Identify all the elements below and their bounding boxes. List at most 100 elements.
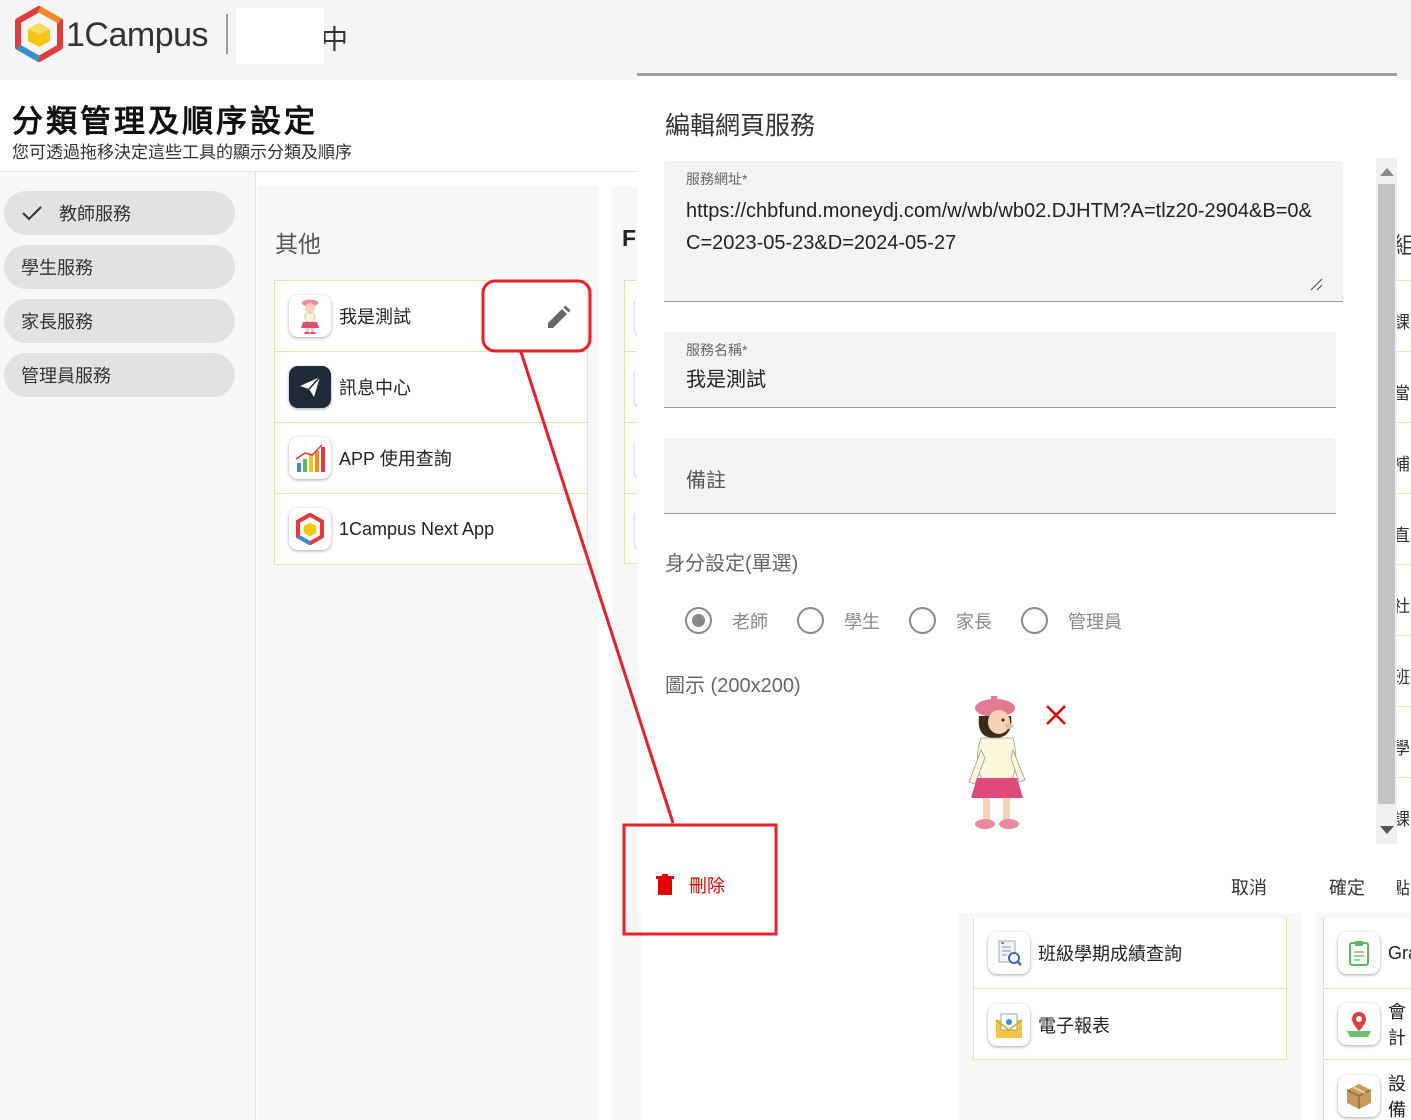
- partial-card-label: 補: [1397, 455, 1410, 474]
- service-card-list: Gra 會計 設備: [1323, 918, 1411, 1120]
- bar-chart-icon: [289, 437, 331, 479]
- sidebar-item-teacher[interactable]: 教師服務: [4, 191, 235, 235]
- divider: [1397, 351, 1411, 352]
- page-title: 分類管理及順序設定: [12, 104, 318, 139]
- partial-card-label: 當: [1397, 384, 1410, 403]
- service-card-label: 電子報表: [1038, 1015, 1110, 1036]
- note-placeholder: 備註: [686, 470, 726, 492]
- service-card-label: 1Campus Next App: [339, 518, 495, 539]
- paper-plane-icon: [289, 366, 331, 408]
- radio-label: 家長: [956, 611, 992, 632]
- page-subtitle: 您可透過拖移決定這些工具的顯示分類及順序: [12, 143, 352, 162]
- service-card-label: 訊息中心: [339, 378, 411, 398]
- radio-label: 學生: [844, 611, 880, 632]
- scroll-up-arrow-icon[interactable]: [1380, 168, 1394, 176]
- service-card[interactable]: Gra: [1324, 918, 1411, 989]
- 1campus-logo-icon: [289, 508, 331, 550]
- edit-pencil-icon[interactable]: [543, 303, 573, 333]
- check-icon: [22, 206, 42, 221]
- service-card[interactable]: 電子報表: [974, 989, 1286, 1060]
- confirm-button[interactable]: 確定: [1329, 874, 1365, 900]
- girl-character-icon: [289, 295, 331, 337]
- note-field[interactable]: 備註: [664, 438, 1336, 514]
- service-card[interactable]: 班級學期成績查詢: [974, 918, 1286, 989]
- service-card[interactable]: 會計: [1324, 989, 1411, 1060]
- delete-button[interactable]: 刪除: [655, 872, 725, 898]
- dialog-scrollbar[interactable]: [1376, 158, 1397, 844]
- category-title-other: 其他: [275, 231, 321, 257]
- divider: [1397, 493, 1411, 494]
- service-card[interactable]: 設備: [1324, 1060, 1411, 1120]
- resize-handle-icon[interactable]: [1309, 277, 1323, 291]
- partial-card-label: 課: [1397, 313, 1410, 332]
- role-radio-student[interactable]: 學生: [797, 607, 880, 634]
- sidebar-item-label: 學生服務: [21, 258, 93, 278]
- divider: [1397, 564, 1411, 565]
- service-card-list: 班級學期成績查詢 電子報表: [973, 918, 1287, 1060]
- partial-card-label: 社: [1397, 597, 1410, 616]
- service-card[interactable]: 我是測試: [275, 281, 587, 352]
- sidebar-item-label: 教師服務: [59, 204, 131, 224]
- partial-card-label: 學: [1397, 739, 1410, 758]
- clipboard-icon: [1338, 932, 1380, 974]
- field-label: 服務名稱*: [686, 342, 748, 358]
- divider: [1397, 777, 1411, 778]
- role-radio-parent[interactable]: 家長: [909, 607, 992, 634]
- edit-web-service-dialog: 編輯網頁服務 服務網址* https://chbfund.moneydj.com…: [637, 73, 1397, 913]
- role-radio-admin[interactable]: 管理員: [1021, 607, 1122, 634]
- service-card-list: 我是測試 訊息中心 APP 使用查詢 1Campus Next App: [274, 280, 588, 565]
- partial-card-label: 點: [1397, 879, 1410, 898]
- service-card-label: 會計: [1388, 1002, 1406, 1048]
- service-url-field[interactable]: 服務網址* https://chbfund.moneydj.com/w/wb/w…: [664, 161, 1343, 302]
- mail-report-icon: [988, 1003, 1030, 1046]
- dialog-title: 編輯網頁服務: [665, 112, 816, 140]
- brand-name: 1Campus: [66, 16, 209, 54]
- field-label: 服務網址*: [686, 171, 748, 187]
- cancel-button[interactable]: 取消: [1231, 874, 1267, 900]
- divider: [1397, 280, 1411, 281]
- role-setting-label: 身分設定(單選): [665, 553, 799, 575]
- box-icon: [1338, 1074, 1380, 1117]
- divider: [1397, 635, 1411, 636]
- remove-icon-x[interactable]: [1045, 704, 1067, 726]
- radio-unselected-icon: [909, 607, 936, 634]
- service-url-value[interactable]: https://chbfund.moneydj.com/w/wb/wb02.DJ…: [686, 195, 1326, 259]
- service-card-label: APP 使用查詢: [339, 449, 452, 469]
- service-card-label: 設備: [1388, 1073, 1406, 1120]
- radio-label: 管理員: [1068, 611, 1122, 632]
- radio-selected-icon: [685, 607, 712, 634]
- service-card-label: 班級學期成績查詢: [1038, 944, 1182, 964]
- service-card[interactable]: 訊息中心: [275, 352, 587, 423]
- sidebar-item-admin[interactable]: 管理員服務: [4, 353, 235, 397]
- service-card[interactable]: APP 使用查詢: [275, 423, 587, 494]
- partial-card-label: 課: [1397, 810, 1410, 829]
- service-name-field[interactable]: 服務名稱* 我是測試: [664, 332, 1336, 408]
- trash-icon: [656, 874, 674, 895]
- service-card-label: 我是測試: [339, 307, 411, 327]
- scroll-down-arrow-icon[interactable]: [1380, 826, 1394, 834]
- sidebar-item-student[interactable]: 學生服務: [4, 245, 235, 289]
- report-search-icon: [988, 932, 1030, 974]
- category-title-partial: 組: [1397, 233, 1411, 258]
- redaction-mask: [236, 8, 324, 64]
- category-title-f: F: [622, 225, 637, 251]
- radio-unselected-icon: [1021, 607, 1048, 634]
- sidebar-item-label: 管理員服務: [21, 366, 111, 386]
- brand-divider: [226, 14, 228, 54]
- partial-card-label: 班: [1397, 668, 1410, 687]
- service-card-label: Gra: [1388, 942, 1411, 963]
- icon-size-label: 圖示 (200x200): [665, 675, 801, 697]
- map-pin-icon: [1338, 1003, 1380, 1045]
- partial-card-label: 直: [1397, 526, 1410, 545]
- sidebar-item-label: 家長服務: [21, 312, 93, 332]
- delete-button-label: 刪除: [689, 876, 725, 896]
- service-card[interactable]: 1Campus Next App: [275, 494, 587, 564]
- divider: [1397, 706, 1411, 707]
- 1campus-logo-icon[interactable]: [14, 6, 64, 62]
- top-bar: 1Campus 展示高中: [0, 0, 1411, 80]
- icon-preview-image: [968, 696, 1026, 829]
- sidebar-item-parent[interactable]: 家長服務: [4, 299, 235, 343]
- scrollbar-thumb[interactable]: [1378, 184, 1395, 804]
- role-radio-teacher[interactable]: 老師: [685, 607, 768, 634]
- service-name-value[interactable]: 我是測試: [686, 364, 766, 396]
